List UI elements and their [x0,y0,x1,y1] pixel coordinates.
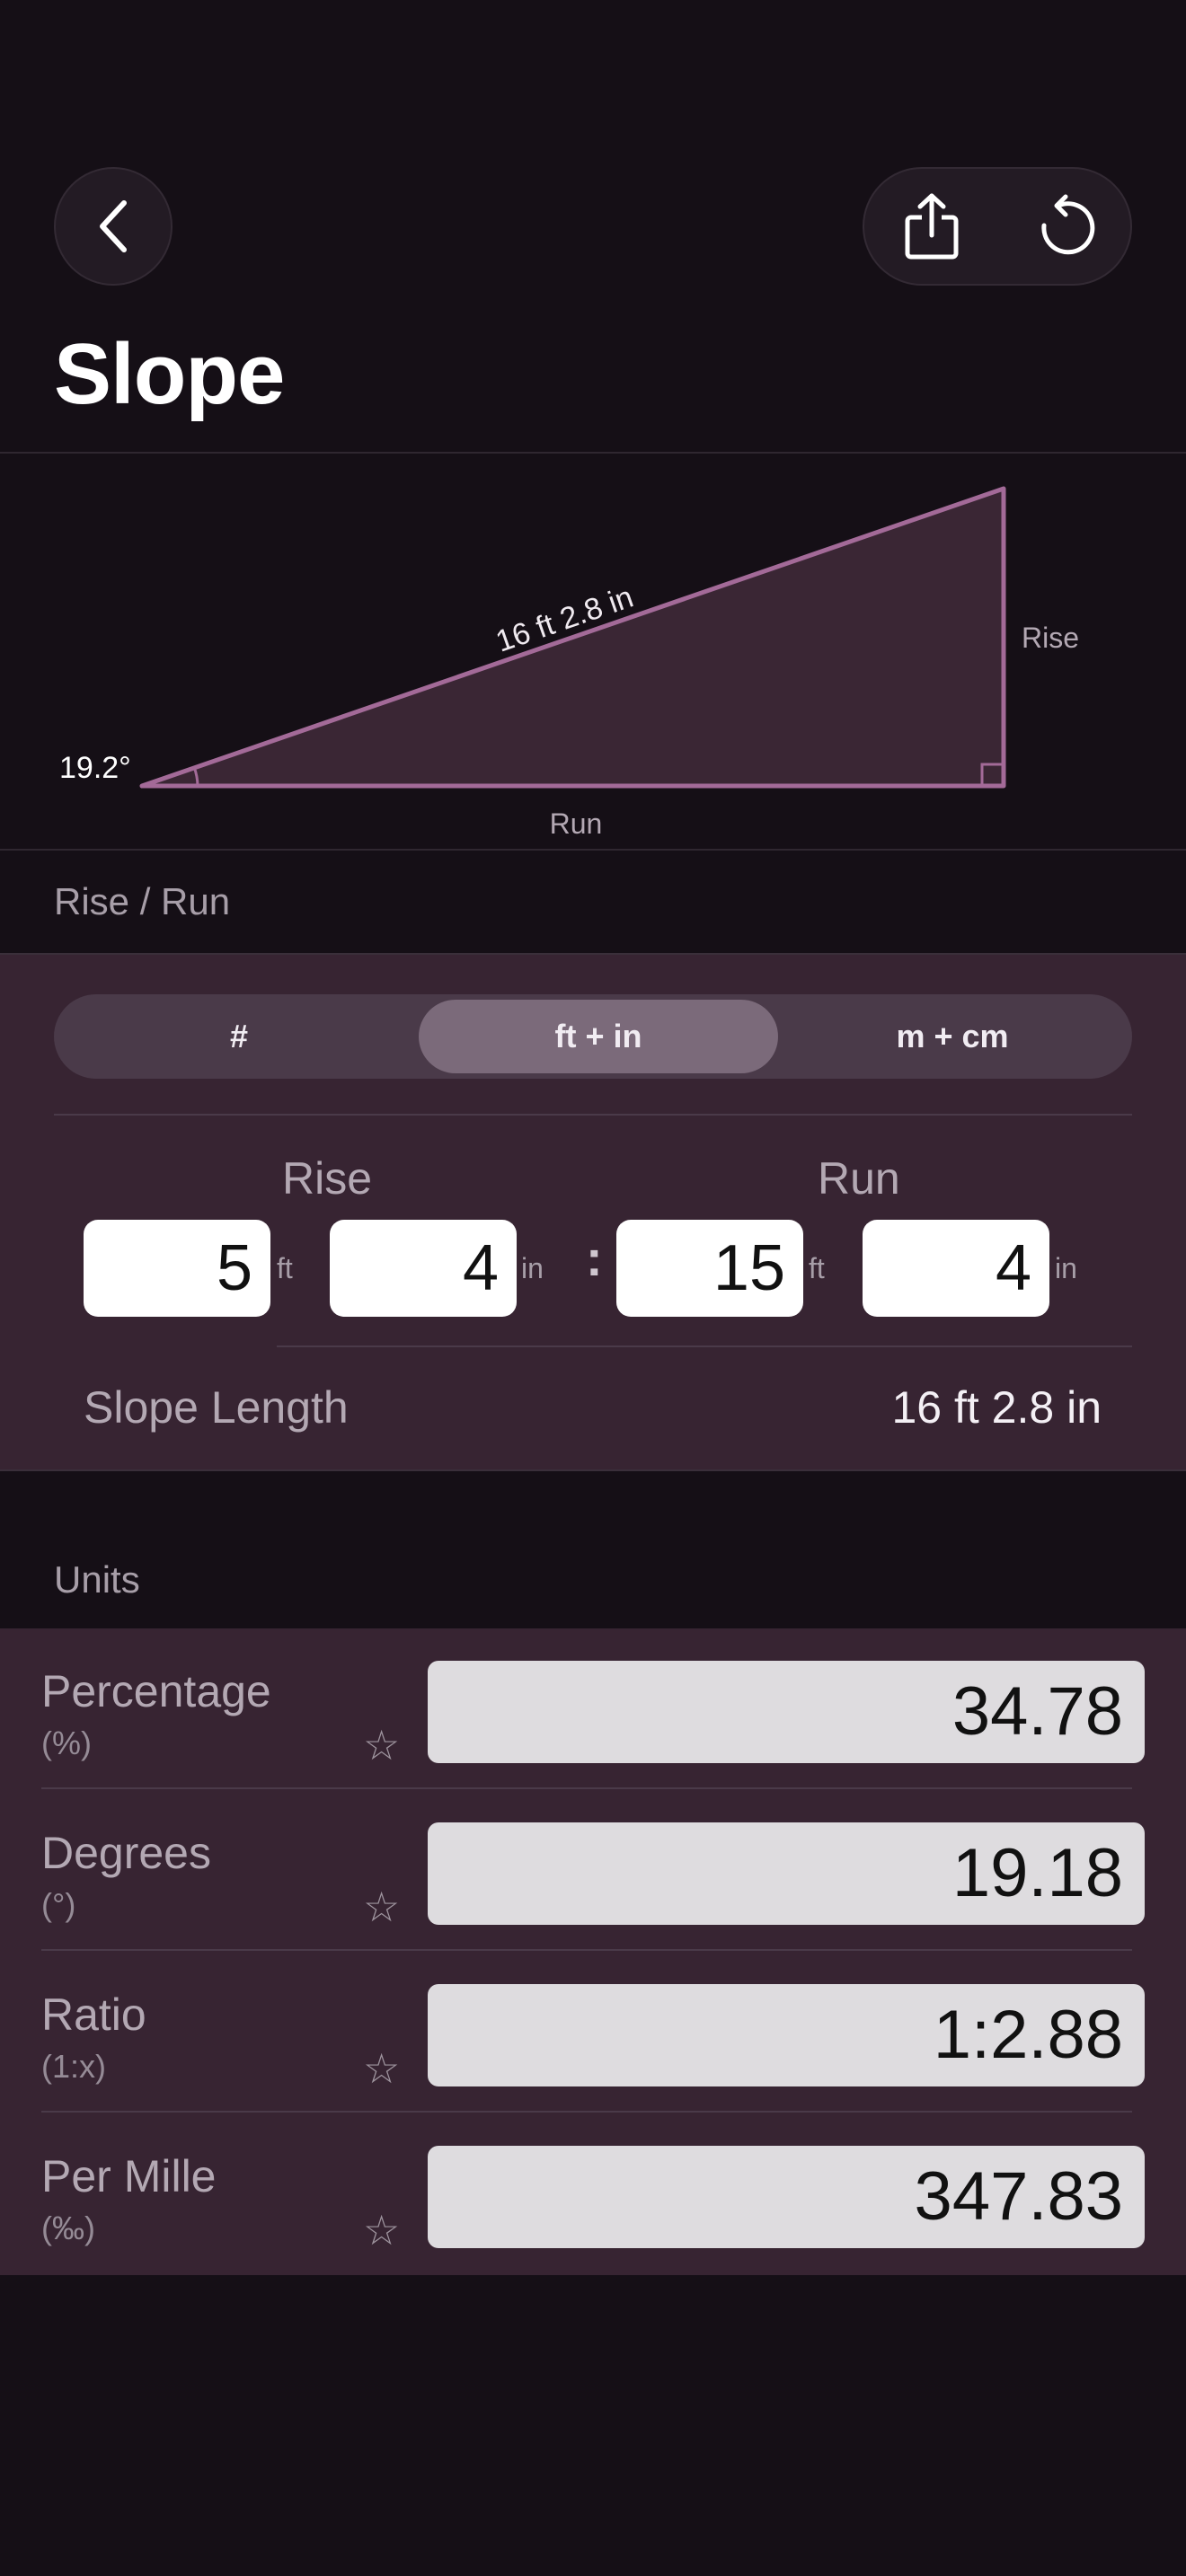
angle-label: 19.2° [59,751,131,785]
share-button[interactable] [864,169,999,284]
back-button[interactable] [54,167,173,286]
unit-row-sub-per-mille: (‰) [41,2210,95,2246]
rise-label: Rise [1022,622,1079,654]
unit-row-sub-percentage: (%) [41,1725,92,1761]
percentage-value-field[interactable]: 34.78 [428,1661,1145,1763]
star-outline-icon[interactable]: ☆ [363,2206,400,2254]
ratio-separator: : [586,1230,603,1286]
run-input-label: Run [818,1153,900,1204]
per-mille-value-field[interactable]: 347.83 [428,2146,1145,2248]
section-header-rise-run: Rise / Run [54,880,231,922]
degrees-value-field[interactable]: 19.18 [428,1822,1145,1925]
divider [0,849,1186,851]
page-title: Slope [54,326,285,422]
rise-inches-input[interactable]: 4 [330,1220,517,1317]
run-inches-unit: in [1055,1252,1077,1284]
rise-feet-input[interactable]: 5 [84,1220,270,1317]
rise-inches-unit: in [521,1252,544,1284]
run-feet-input[interactable]: 15 [616,1220,803,1317]
star-outline-icon[interactable]: ☆ [363,1721,400,1769]
divider [54,1114,1132,1116]
divider [41,1949,1132,1951]
slope-triangle [139,486,1006,789]
unit-row-sub-degrees: (°) [41,1886,76,1923]
divider [0,1469,1186,1471]
reset-button[interactable] [999,169,1134,284]
unit-segmented-control: # ft + in m + cm [54,994,1132,1079]
segment-number[interactable]: # [59,1000,419,1073]
divider [277,1345,1132,1347]
unit-row-label-percentage: Percentage [41,1666,271,1716]
segment-ft-in[interactable]: ft + in [419,1000,778,1073]
slope-length-label: Slope Length [84,1382,349,1433]
share-icon [905,193,959,260]
header-actions [863,167,1132,286]
star-outline-icon[interactable]: ☆ [363,2044,400,2093]
unit-row-label-degrees: Degrees [41,1828,211,1878]
rise-input-label: Rise [282,1153,373,1204]
rise-feet-unit: ft [277,1252,293,1284]
section-header-units: Units [54,1558,140,1601]
star-outline-icon[interactable]: ☆ [363,1883,400,1931]
ratio-value-field[interactable]: 1:2.88 [428,1984,1145,2086]
divider [41,2111,1132,2113]
run-inches-input[interactable]: 4 [863,1220,1049,1317]
unit-row-label-ratio: Ratio [41,1989,146,2040]
divider [41,1787,1132,1789]
chevron-left-icon [100,200,127,252]
run-label: Run [550,807,603,840]
unit-row-label-per-mille: Per Mille [41,2151,217,2201]
run-feet-unit: ft [809,1252,825,1284]
slope-length-value: 16 ft 2.8 in [891,1382,1102,1433]
unit-row-sub-ratio: (1:x) [41,2048,106,2085]
rotate-ccw-icon [1041,194,1095,255]
segment-m-cm[interactable]: m + cm [778,1000,1127,1073]
slope-diagram: 16 ft 2.8 in 19.2° Rise Run [59,486,1079,840]
